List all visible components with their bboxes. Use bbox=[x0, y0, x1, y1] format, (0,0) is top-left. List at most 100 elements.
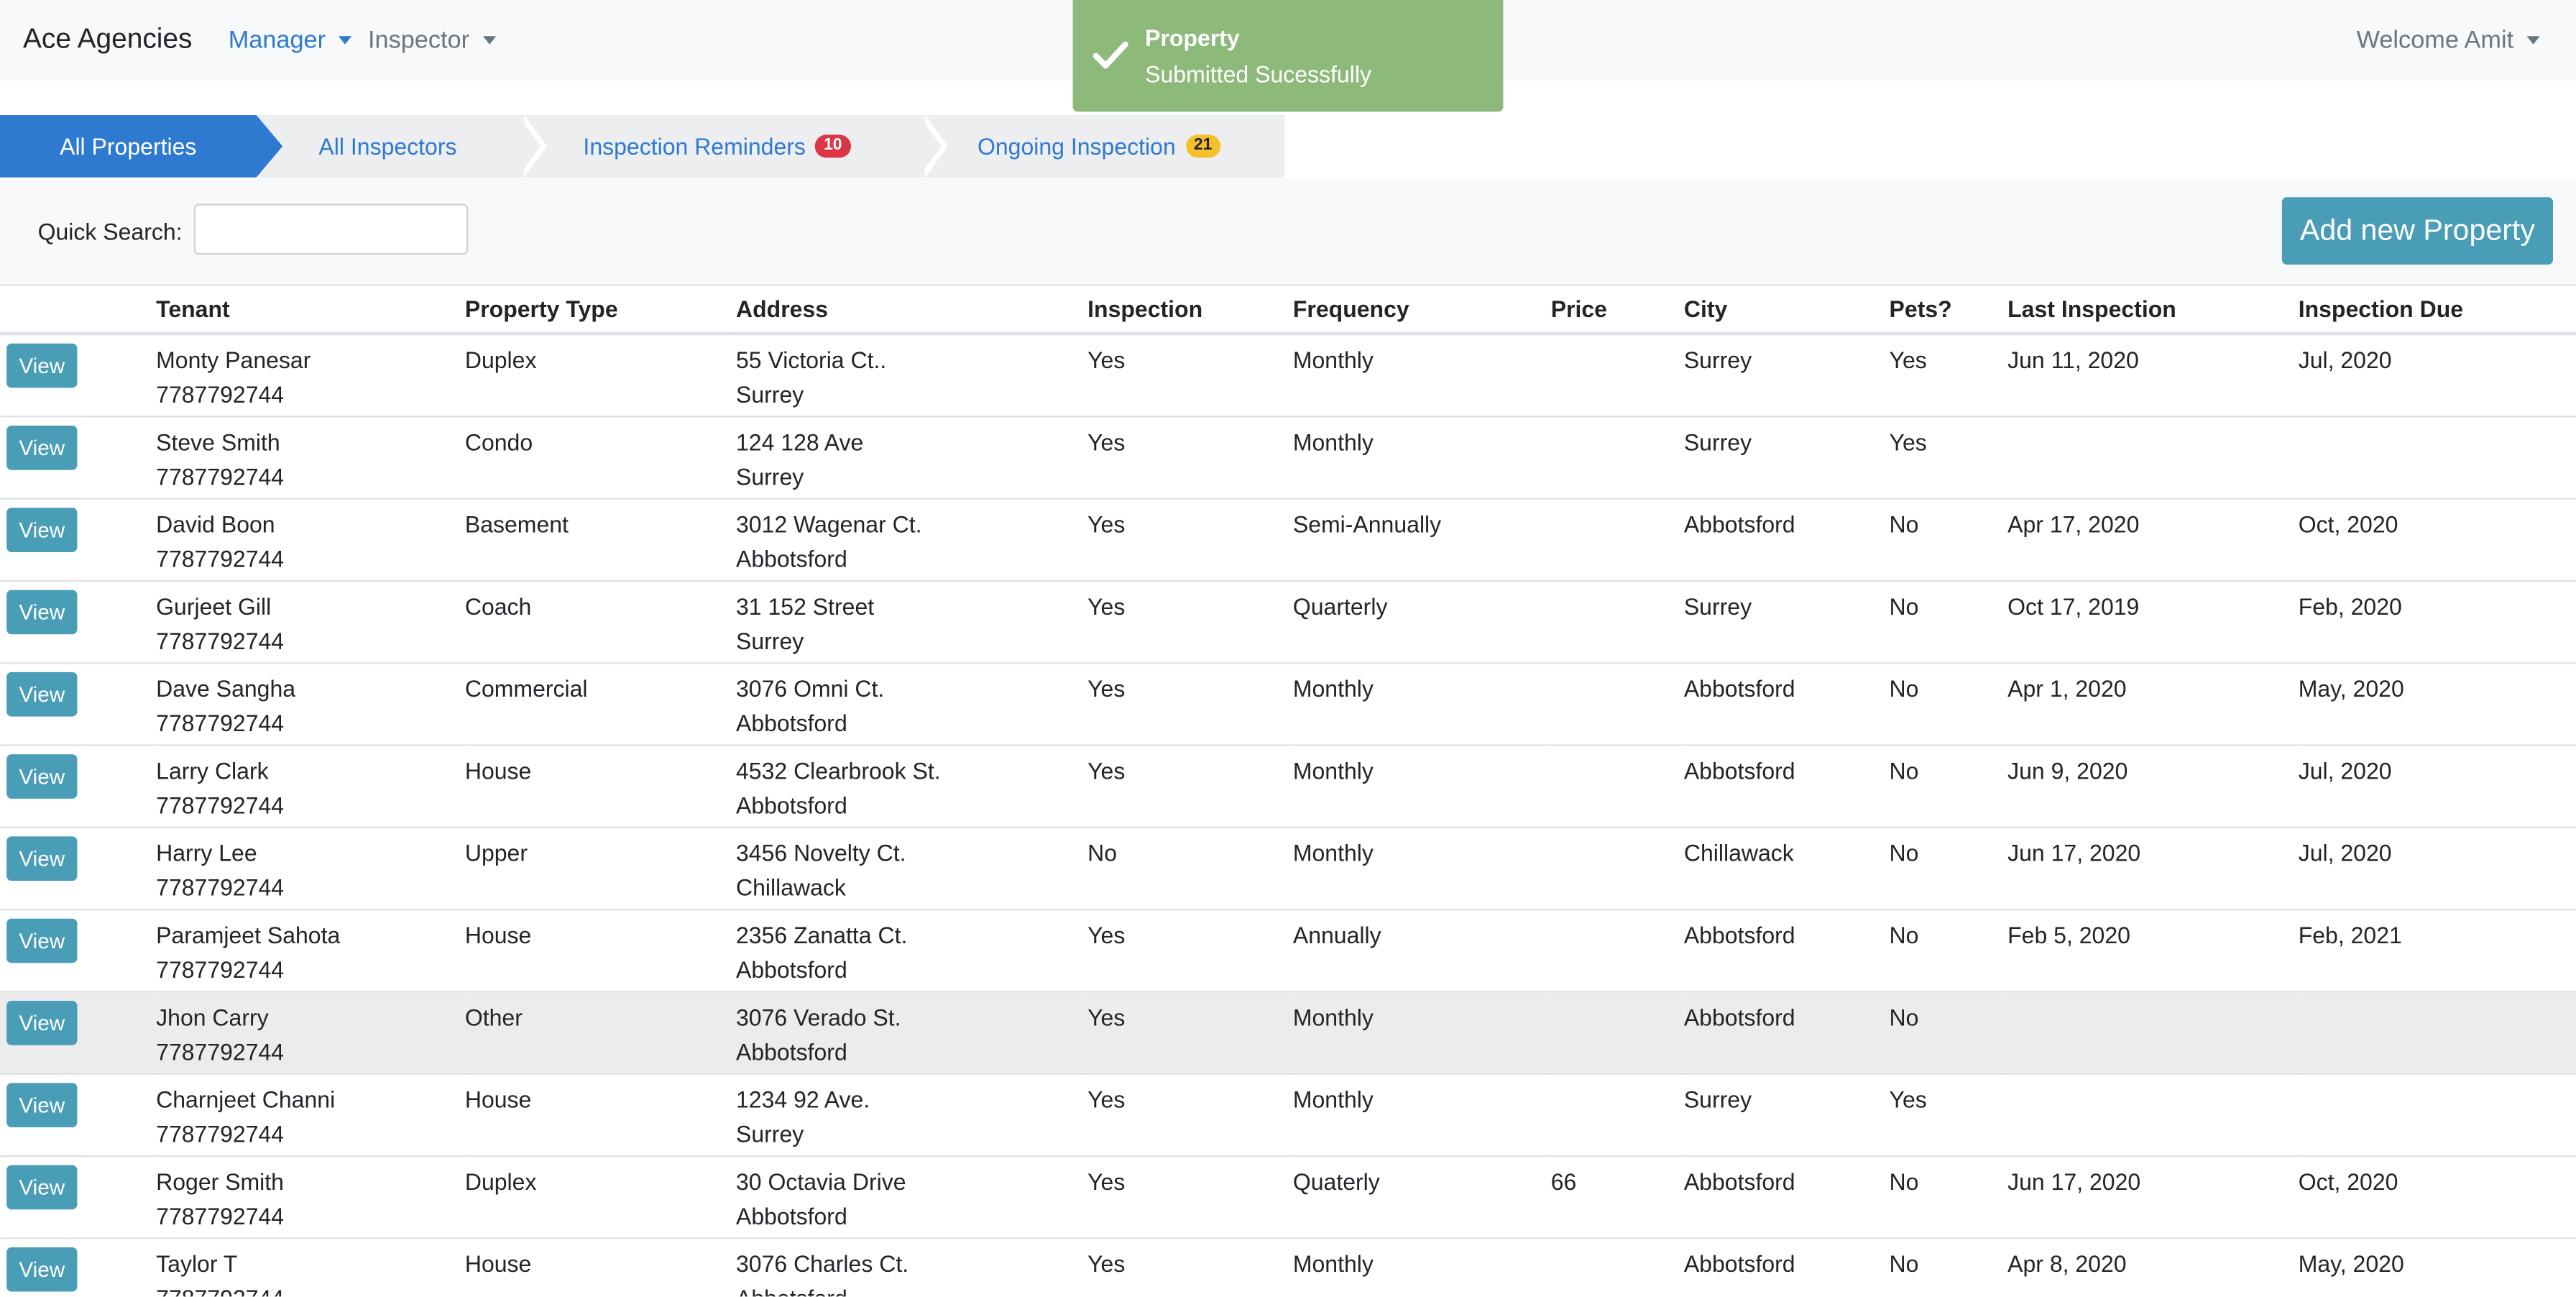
view-button[interactable]: View bbox=[6, 1165, 78, 1210]
address-line2: Abbotsford bbox=[736, 1282, 1087, 1296]
cell-actions: View bbox=[0, 333, 157, 418]
column-header-city[interactable]: City bbox=[1683, 285, 1890, 336]
add-new-property-button[interactable]: Add new Property bbox=[2281, 197, 2553, 265]
user-menu-dropdown[interactable]: Welcome Amit bbox=[2357, 27, 2540, 54]
column-header-pets[interactable]: Pets? bbox=[1889, 285, 2008, 336]
property-type: Commercial bbox=[464, 675, 588, 702]
address-line2: Abbotsford bbox=[735, 545, 847, 572]
tenant-name: Jhon Carry bbox=[156, 1004, 269, 1031]
cell-inspection-value: Yes bbox=[1087, 757, 1126, 784]
view-button[interactable]: View bbox=[6, 425, 78, 470]
address-line1: 3012 Wagenar Ct. bbox=[735, 510, 922, 538]
cell-inspection-due-value: Oct, 2020 bbox=[2298, 510, 2398, 538]
view-button[interactable]: View bbox=[6, 508, 78, 552]
view-button[interactable]: View bbox=[6, 672, 78, 717]
cell-inspection-value: Yes bbox=[1087, 1250, 1126, 1277]
column-header-inspection-due[interactable]: Inspection Due bbox=[2298, 285, 2576, 336]
cell-last-inspection-value: Feb 5, 2020 bbox=[2007, 922, 2130, 948]
tenant-name: Taylor T bbox=[156, 1250, 238, 1277]
cell-address: 2356 Zanatta Ct. Abbotsford bbox=[735, 909, 1088, 993]
cell-price-value: 66 bbox=[1550, 1168, 1577, 1195]
column-header-property-type[interactable]: Property Type bbox=[464, 285, 736, 336]
cell-inspection-due-value: May, 2020 bbox=[2298, 675, 2404, 702]
nav-inspector-dropdown[interactable]: Inspector bbox=[368, 27, 496, 54]
cell-last-inspection-value: Oct 17, 2019 bbox=[2007, 593, 2140, 620]
cell-inspection-due: Jul, 2020 bbox=[2298, 827, 2576, 911]
address-line2: Abbotsford bbox=[735, 792, 847, 819]
quick-search-input[interactable] bbox=[193, 203, 469, 255]
column-header-address[interactable]: Address bbox=[735, 285, 1088, 336]
cell-last-inspection-value: Jun 9, 2020 bbox=[2007, 757, 2128, 784]
cell-last-inspection-value: Jun 11, 2020 bbox=[2007, 347, 2139, 373]
cell-inspection-due: May, 2020 bbox=[2298, 663, 2576, 746]
tab-ongoing-label: Ongoing Inspection bbox=[977, 133, 1176, 160]
tenant-phone: 7787792744 bbox=[156, 1120, 285, 1147]
column-header-inspection[interactable]: Inspection bbox=[1087, 285, 1293, 336]
cell-last-inspection: Feb 5, 2020 bbox=[2007, 909, 2299, 993]
tab-all-inspectors[interactable]: All Inspectors bbox=[318, 115, 456, 178]
cell-frequency-value: Quaterly bbox=[1292, 1168, 1380, 1195]
tab-ongoing-inspection[interactable]: Ongoing Inspection 21 bbox=[978, 115, 1220, 178]
view-button[interactable]: View bbox=[6, 1083, 78, 1127]
brand-logo[interactable]: Ace Agencies bbox=[23, 23, 192, 56]
cell-inspection-due-value: Jul, 2020 bbox=[2298, 839, 2392, 866]
cell-inspection-value: Yes bbox=[1087, 593, 1126, 620]
cell-city-value: Abbotsford bbox=[1683, 510, 1795, 538]
tab-inspection-reminders[interactable]: Inspection Reminders 10 bbox=[583, 115, 850, 178]
view-button[interactable]: View bbox=[6, 836, 78, 881]
address-line2: Surrey bbox=[735, 381, 804, 408]
cell-property-type: Coach bbox=[464, 580, 736, 664]
view-button[interactable]: View bbox=[6, 343, 78, 388]
cell-tenant: Charnjeet Channi 7787792744 bbox=[156, 1073, 465, 1158]
cell-inspection: Yes bbox=[1087, 1073, 1293, 1158]
property-type: Coach bbox=[464, 593, 532, 620]
nav-manager-label: Manager bbox=[228, 26, 326, 55]
cell-last-inspection-value: Apr 1, 2020 bbox=[2007, 675, 2127, 702]
view-button[interactable]: View bbox=[6, 754, 78, 799]
table-row: View Paramjeet Sahota 7787792744 House 2356 … bbox=[0, 909, 2576, 993]
tenant-name: Harry Lee bbox=[156, 839, 257, 866]
cell-pets-value: No bbox=[1889, 757, 1919, 784]
table-body: View Monty Panesar 7787792744 Duplex 55 Vict… bbox=[0, 333, 2576, 1297]
cell-address: 55 Victoria Ct.. Surrey bbox=[735, 333, 1088, 418]
tenant-phone: 7787792744 bbox=[156, 710, 285, 736]
cell-frequency-value: Monthly bbox=[1292, 1086, 1374, 1113]
cell-tenant: Gurjeet Gill 7787792744 bbox=[156, 580, 465, 664]
cell-pets: No bbox=[1889, 745, 2008, 828]
cell-last-inspection: Jun 17, 2020 bbox=[2007, 1155, 2299, 1239]
success-toast[interactable]: Property Submitted Sucessfully bbox=[1072, 0, 1504, 112]
column-header-last-inspection[interactable]: Last Inspection bbox=[2007, 285, 2299, 336]
cell-city: Abbotsford bbox=[1683, 1238, 1890, 1297]
cell-pets: No bbox=[1889, 580, 2008, 664]
cell-frequency: Monthly bbox=[1292, 333, 1551, 418]
cell-inspection-due: Jul, 2020 bbox=[2298, 745, 2576, 828]
cell-inspection-due: Feb, 2020 bbox=[2298, 580, 2576, 664]
cell-inspection: Yes bbox=[1087, 498, 1293, 582]
address-line1: 3076 Omni Ct. bbox=[735, 675, 885, 702]
tab-all-properties[interactable]: All Properties bbox=[0, 114, 257, 178]
tab-reminders-label: Inspection Reminders bbox=[583, 133, 806, 160]
view-button[interactable]: View bbox=[6, 1000, 78, 1045]
cell-inspection: Yes bbox=[1087, 745, 1293, 828]
cell-pets-value: No bbox=[1889, 1250, 1919, 1277]
tab-active-arrow bbox=[256, 114, 283, 178]
tenant-phone: 7787792744 bbox=[156, 874, 285, 901]
view-button[interactable]: View bbox=[6, 1247, 78, 1292]
column-header-tenant[interactable]: Tenant bbox=[156, 285, 465, 336]
address-line1: 3456 Novelty Ct. bbox=[735, 839, 906, 866]
cell-property-type: Condo bbox=[464, 416, 736, 500]
view-button[interactable]: View bbox=[6, 590, 78, 635]
cell-inspection-due bbox=[2298, 1073, 2576, 1158]
column-header-frequency[interactable]: Frequency bbox=[1292, 285, 1551, 336]
tab-all-properties-label: All Properties bbox=[60, 133, 197, 160]
nav-manager-dropdown[interactable]: Manager bbox=[228, 26, 352, 55]
cell-last-inspection-value: Apr 8, 2020 bbox=[2007, 1250, 2127, 1277]
column-header-price[interactable]: Price bbox=[1550, 285, 1684, 336]
property-type: Duplex bbox=[464, 1168, 537, 1195]
view-button[interactable]: View bbox=[6, 918, 78, 963]
cell-inspection-value: Yes bbox=[1087, 1168, 1126, 1195]
cell-frequency: Monthly bbox=[1292, 827, 1551, 911]
cell-inspection-due-value: Feb, 2021 bbox=[2298, 922, 2402, 948]
cell-pets: No bbox=[1889, 663, 2008, 746]
cell-property-type: Duplex bbox=[464, 333, 736, 418]
